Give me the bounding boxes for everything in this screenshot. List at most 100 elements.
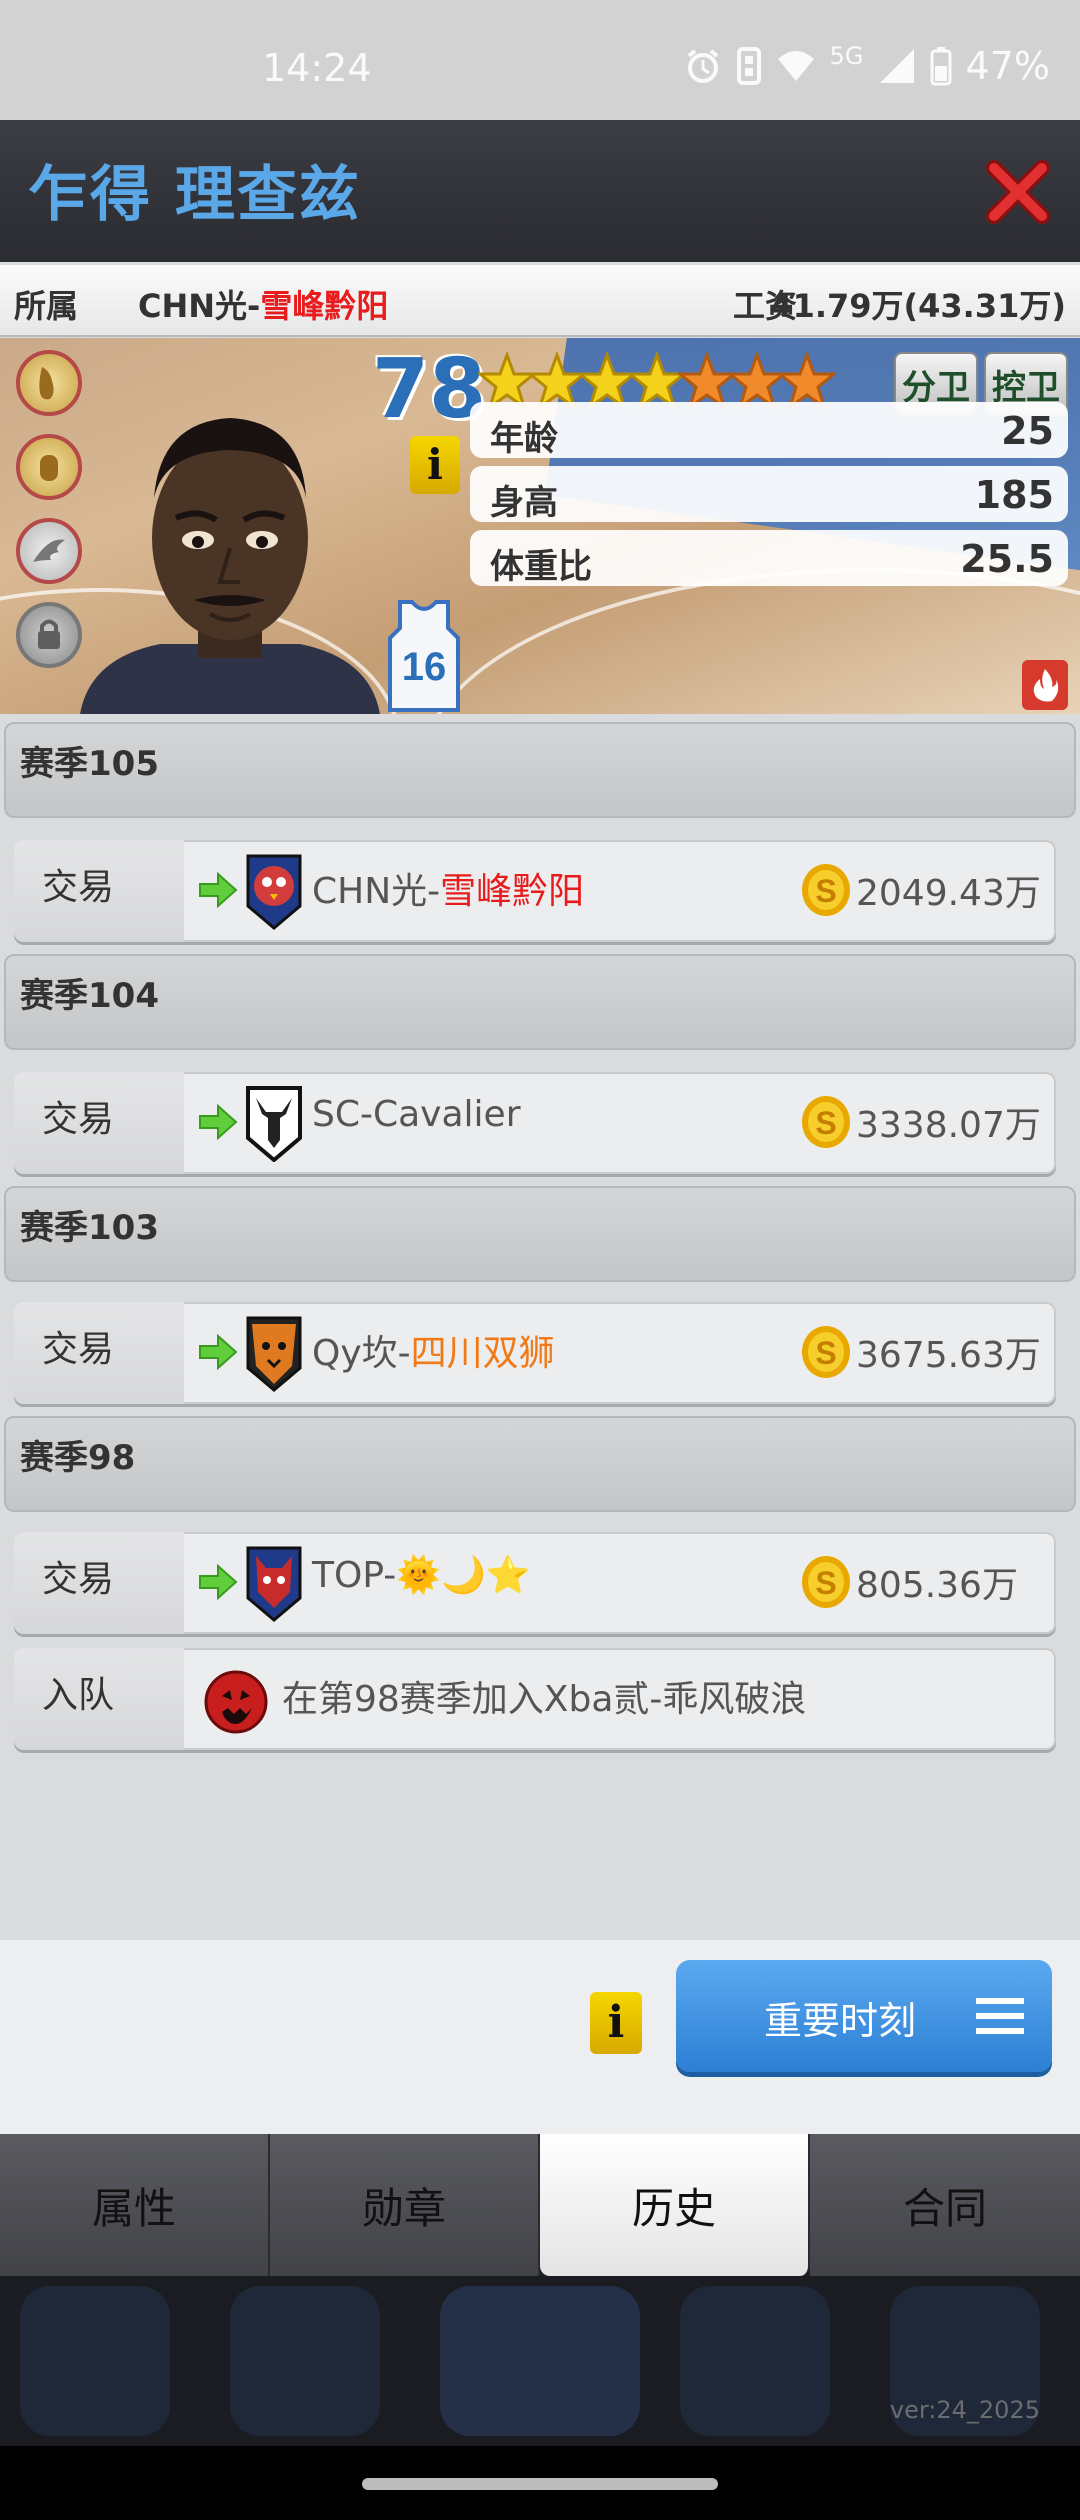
home-indicator[interactable] xyxy=(362,2478,718,2490)
svg-text:S: S xyxy=(815,1565,836,1601)
battery-icon xyxy=(930,47,952,86)
team-prefix: SC-Cavalier xyxy=(312,1094,521,1135)
history-entry[interactable]: 交易 CHN光-雪峰黔阳 S 2049.43万 xyxy=(14,840,1056,942)
entry-type: 交易 xyxy=(14,1532,184,1634)
entry-type: 交易 xyxy=(14,840,184,942)
nav-team-icon xyxy=(440,2286,640,2436)
wolf-logo-icon xyxy=(246,1546,302,1622)
team-prefix: CHN光- xyxy=(312,871,441,912)
deer-logo-icon xyxy=(246,1086,302,1162)
svg-text:S: S xyxy=(815,1335,836,1371)
foot-skill-icon[interactable] xyxy=(16,350,82,416)
stat-row-weight-ratio: 体重比 25.5 xyxy=(470,530,1068,587)
key-moments-button[interactable]: 重要时刻 xyxy=(676,1960,1052,2072)
history-entry[interactable]: 交易 SC-Cavalier S 3338.07万 xyxy=(14,1072,1056,1174)
team-label: 所属 xyxy=(14,287,79,325)
tab-history[interactable]: 历史 xyxy=(540,2134,810,2276)
menu-icon xyxy=(976,1998,1024,2034)
tab-bar: 属性 勋章 历史 合同 xyxy=(0,2134,1080,2276)
stat-row-height: 身高 185 xyxy=(470,466,1068,523)
season-label: 赛季98 xyxy=(20,1438,136,1478)
team-prefix: CHN光- xyxy=(138,287,261,325)
court-line xyxy=(420,568,1080,714)
jersey-icon: 16 xyxy=(388,600,460,712)
hand-skill-icon[interactable] xyxy=(16,434,82,500)
player-header: 乍得 理查兹 xyxy=(0,120,1080,265)
arrow-right-icon xyxy=(199,1563,238,1601)
key-moments-label: 重要时刻 xyxy=(764,1999,917,2043)
history-entry[interactable]: 交易 TOP-🌞🌙⭐ S 805.36万 xyxy=(14,1532,1056,1634)
arrow-right-icon xyxy=(199,871,238,909)
entry-text: 在第98赛季加入Xba贰-乖风破浪 xyxy=(282,1679,807,1720)
status-bar: 14:24 5G 47% xyxy=(0,0,1080,120)
season-label: 赛季105 xyxy=(20,744,159,784)
coin-icon: S xyxy=(802,1556,850,1608)
stat-row-age: 年龄 25 xyxy=(470,402,1068,459)
status-time: 14:24 xyxy=(262,46,372,90)
entry-team: Qy坎-四川双狮 xyxy=(312,1324,555,1376)
tab-medals[interactable]: 勋章 xyxy=(270,2134,540,2276)
nav-star-icon xyxy=(20,2286,170,2436)
team-name: 雪峰黔阳 xyxy=(260,287,389,325)
entry-team: CHN光-雪峰黔阳 xyxy=(312,862,584,914)
team-name: 雪峰黔阳 xyxy=(440,871,585,912)
gesture-bar xyxy=(0,2446,1080,2520)
stat-value: 25 xyxy=(1001,409,1054,453)
arrow-right-icon xyxy=(199,1103,238,1141)
stat-value: 25.5 xyxy=(960,537,1054,581)
wing-skill-icon[interactable] xyxy=(16,518,82,584)
team-value[interactable]: CHN光-雪峰黔阳 xyxy=(138,281,388,327)
coin-icon: S xyxy=(802,864,850,916)
info-button[interactable]: i xyxy=(590,1992,642,2054)
history-entry[interactable]: 入队 在第98赛季加入Xba贰-乖风破浪 xyxy=(14,1648,1056,1750)
fire-icon[interactable] xyxy=(1022,660,1068,710)
owl-logo-icon xyxy=(246,854,302,930)
coin-icon: S xyxy=(802,1326,850,1378)
tab-contract[interactable]: 合同 xyxy=(810,2134,1080,2276)
season-header: 赛季104 xyxy=(4,954,1076,1050)
network-label: 5G xyxy=(829,42,864,70)
stat-label: 体重比 xyxy=(490,547,592,587)
player-avatar xyxy=(80,418,380,714)
season-label: 赛季103 xyxy=(20,1208,159,1248)
tab-attributes[interactable]: 属性 xyxy=(0,2134,270,2276)
player-card: 16 78 分卫 控卫 i 年龄 25 身高 185 体重比 25.5 xyxy=(0,338,1080,714)
game-nav-background: ver:24_2025 xyxy=(0,2276,1080,2446)
season-header: 赛季105 xyxy=(4,722,1076,818)
stat-label: 年龄 xyxy=(490,419,558,459)
history-entry[interactable]: 交易 Qy坎-四川双狮 S 3675.63万 xyxy=(14,1302,1056,1404)
wage-value: 41.79万(43.31万) xyxy=(770,287,1066,325)
entry-type: 入队 xyxy=(14,1648,184,1750)
vibrate-icon xyxy=(736,47,761,85)
player-rating: 78 xyxy=(372,342,487,437)
wifi-icon xyxy=(777,51,814,81)
entry-amount: 3675.63万 xyxy=(856,1335,1041,1376)
team-prefix: Qy坎- xyxy=(312,1333,411,1374)
status-icons: 5G 47% xyxy=(684,42,1050,88)
entry-team: TOP-🌞🌙⭐ xyxy=(312,1554,531,1596)
season-header: 赛季103 xyxy=(4,1186,1076,1282)
team-name: 四川双狮 xyxy=(410,1333,555,1374)
alarm-icon xyxy=(687,49,718,83)
arrow-right-icon xyxy=(199,1333,238,1371)
jersey-number: 16 xyxy=(402,645,447,689)
info-button[interactable]: i xyxy=(410,436,460,494)
pumpkin-logo-icon xyxy=(204,1670,268,1734)
player-name: 乍得 理查兹 xyxy=(28,160,361,230)
entry-type: 交易 xyxy=(14,1302,184,1404)
entry-team: SC-Cavalier xyxy=(312,1094,521,1135)
nav-currency-icon xyxy=(230,2286,380,2436)
lion-logo-icon xyxy=(246,1316,302,1392)
svg-text:S: S xyxy=(815,1105,836,1141)
coin-icon: S xyxy=(802,1096,850,1148)
entry-amount: 2049.43万 xyxy=(856,873,1041,914)
season-header: 赛季98 xyxy=(4,1416,1076,1512)
entry-amount: 3338.07万 xyxy=(856,1105,1041,1146)
entry-type: 交易 xyxy=(14,1072,184,1174)
close-button[interactable] xyxy=(978,152,1058,232)
stat-value: 185 xyxy=(974,473,1054,517)
skill-icons xyxy=(16,350,82,686)
signal-icon xyxy=(879,49,914,83)
team-row: 所属 CHN光-雪峰黔阳 工资 41.79万(43.31万) xyxy=(0,265,1080,337)
lock-icon[interactable] xyxy=(16,602,82,668)
